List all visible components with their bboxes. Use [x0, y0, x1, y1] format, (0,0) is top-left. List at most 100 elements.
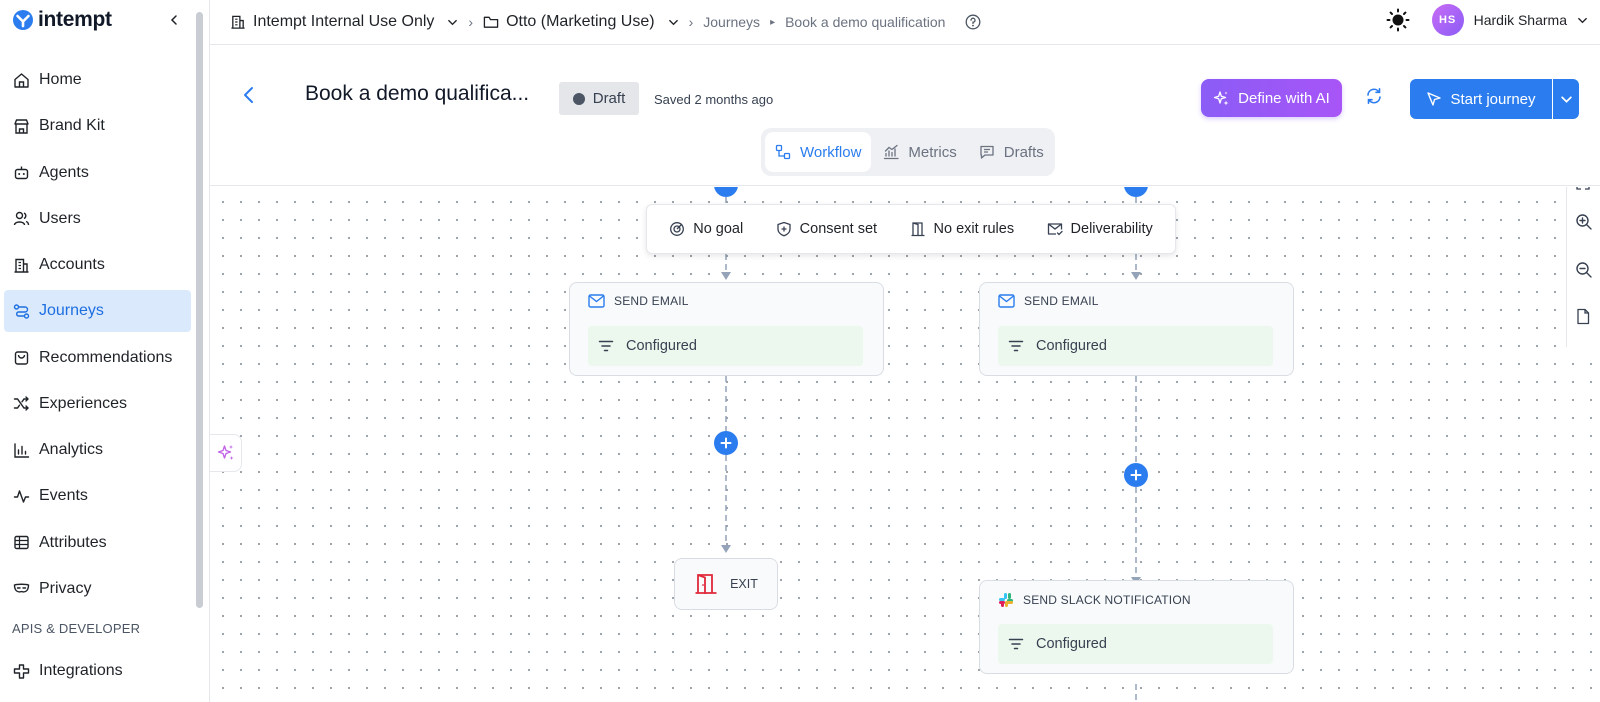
sidebar-item-recommendations[interactable]: Recommendations — [4, 337, 191, 379]
sidebar-item-label: Experiences — [39, 394, 128, 412]
metrics-icon — [883, 144, 900, 160]
journey-settings-bar: No goal Consent set No exit rules Delive… — [646, 204, 1176, 254]
node-header: SEND EMAIL — [998, 294, 1099, 308]
consent-setting[interactable]: Consent set — [776, 221, 877, 237]
mask-icon — [12, 580, 30, 598]
sidebar-item-events[interactable]: Events — [4, 475, 191, 517]
sidebar-item-label: Users — [39, 209, 81, 227]
theme-toggle-sun-icon[interactable] — [1386, 8, 1410, 32]
ai-assistant-button[interactable] — [210, 434, 242, 472]
status-dot — [572, 92, 585, 105]
building-icon — [12, 256, 30, 274]
tab-label: Drafts — [1003, 143, 1044, 161]
workflow-canvas[interactable]: No goal Consent set No exit rules Delive… — [210, 187, 1600, 702]
node-header: SEND SLACK NOTIFICATION — [998, 592, 1191, 608]
add-step-button[interactable] — [714, 431, 738, 455]
chevron-down-icon — [447, 17, 458, 28]
chevron-right-icon: › — [468, 14, 474, 30]
sidebar-item-users[interactable]: Users — [4, 198, 191, 240]
sidebar-item-integrations[interactable]: Integrations — [4, 650, 191, 692]
sidebar-item-analytics[interactable]: Analytics — [4, 429, 191, 471]
top-right-controls: HS Hardik Sharma — [1386, 4, 1588, 36]
chevron-down-icon — [668, 17, 679, 28]
sidebar-item-attributes[interactable]: Attributes — [4, 522, 191, 564]
node-type-label: SEND SLACK NOTIFICATION — [1023, 593, 1191, 607]
node-status-label: Configured — [626, 338, 697, 354]
zoom-out-icon[interactable] — [1575, 261, 1593, 279]
chevron-down-icon[interactable] — [1577, 15, 1588, 26]
intempt-logo-icon — [12, 9, 34, 31]
exit-label: EXIT — [730, 577, 758, 591]
node-status: Configured — [998, 326, 1273, 366]
breadcrumb-project[interactable]: Otto (Marketing Use) — [483, 13, 678, 31]
tab-drafts[interactable]: Drafts — [969, 132, 1054, 172]
help-icon[interactable] — [965, 14, 981, 30]
send-email-node[interactable]: SEND EMAIL Configured — [979, 282, 1294, 376]
door-exit-icon — [910, 221, 926, 237]
zoom-controls — [1566, 187, 1600, 347]
sidebar-item-brand-kit[interactable]: Brand Kit — [4, 105, 191, 147]
avatar[interactable]: HS — [1431, 4, 1464, 36]
sidebar-item-accounts[interactable]: Accounts — [4, 244, 191, 286]
sidebar-item-home[interactable]: Home — [4, 59, 191, 101]
status-label: Draft — [592, 90, 626, 107]
shield-plus-icon — [776, 221, 792, 237]
breadcrumb-org[interactable]: Intempt Internal Use Only — [230, 13, 458, 31]
goal-setting[interactable]: No goal — [669, 221, 743, 237]
table-icon — [12, 534, 30, 552]
send-email-node[interactable]: SEND EMAIL Configured — [569, 282, 884, 376]
node-status-label: Configured — [1036, 338, 1107, 354]
bar-chart-icon — [12, 441, 30, 459]
tab-workflow[interactable]: Workflow — [765, 132, 872, 172]
refresh-button[interactable] — [1365, 87, 1383, 105]
message-icon — [979, 144, 995, 160]
node-status: Configured — [998, 624, 1273, 664]
sidebar-scrollbar[interactable] — [196, 12, 203, 608]
start-journey-button[interactable]: Start journey — [1410, 79, 1552, 119]
deliverability-setting[interactable]: Deliverability — [1047, 221, 1153, 237]
add-step-button[interactable] — [1124, 463, 1148, 487]
sidebar-item-agents[interactable]: Agents — [4, 152, 191, 194]
integrations-icon — [12, 662, 30, 680]
folder-icon — [483, 14, 499, 30]
define-with-ai-button[interactable]: Define with AI — [1201, 79, 1342, 117]
activity-icon — [12, 487, 30, 505]
chevron-left-icon — [170, 15, 177, 25]
sidebar-item-privacy[interactable]: Privacy — [4, 568, 191, 610]
back-button[interactable] — [242, 86, 256, 104]
breadcrumb-current: Book a demo qualification — [785, 14, 946, 30]
sidebar-item-label: Agents — [39, 163, 89, 181]
journey-header: Book a demo qualifica... Draft Saved 2 m… — [210, 46, 1600, 186]
node-type-label: SEND EMAIL — [1024, 294, 1099, 308]
collapse-sidebar-button[interactable] — [164, 10, 184, 30]
exit-rules-setting[interactable]: No exit rules — [910, 221, 1015, 237]
start-journey-label: Start journey — [1450, 90, 1536, 108]
sidebar-item-label: Journeys — [39, 302, 104, 320]
sidebar-item-label: Integrations — [39, 662, 123, 679]
tab-metrics[interactable]: Metrics — [873, 132, 966, 172]
exit-node[interactable]: EXIT — [674, 558, 778, 610]
export-file-icon[interactable] — [1575, 308, 1593, 326]
filter-icon — [1008, 339, 1024, 353]
chevron-right-icon: › — [688, 14, 694, 30]
store-icon — [12, 117, 30, 135]
caret-right-icon: ▸ — [770, 16, 776, 28]
brand-logo[interactable]: intempt — [12, 8, 112, 32]
send-slack-notification-node[interactable]: SEND SLACK NOTIFICATION Configured — [979, 580, 1294, 674]
sidebar-item-journeys[interactable]: Journeys — [4, 290, 191, 333]
start-journey-dropdown-button[interactable] — [1553, 79, 1579, 119]
node-header: SEND EMAIL — [588, 294, 689, 308]
org-name: Intempt Internal Use Only — [253, 13, 435, 30]
sidebar-item-experiences[interactable]: Experiences — [4, 383, 191, 425]
node-status: Configured — [588, 326, 863, 366]
exit-rules-label: No exit rules — [933, 221, 1015, 237]
user-name[interactable]: Hardik Sharma — [1474, 12, 1567, 28]
fit-view-icon[interactable] — [1575, 187, 1593, 193]
sidebar-item-label: Analytics — [39, 441, 104, 458]
zoom-in-icon[interactable] — [1575, 213, 1593, 231]
breadcrumb-journeys[interactable]: Journeys — [703, 14, 760, 30]
users-icon — [12, 210, 30, 228]
shuffle-icon — [12, 395, 30, 413]
journey-title[interactable]: Book a demo qualifica... — [305, 82, 529, 106]
sidebar-item-label: Events — [39, 487, 88, 505]
